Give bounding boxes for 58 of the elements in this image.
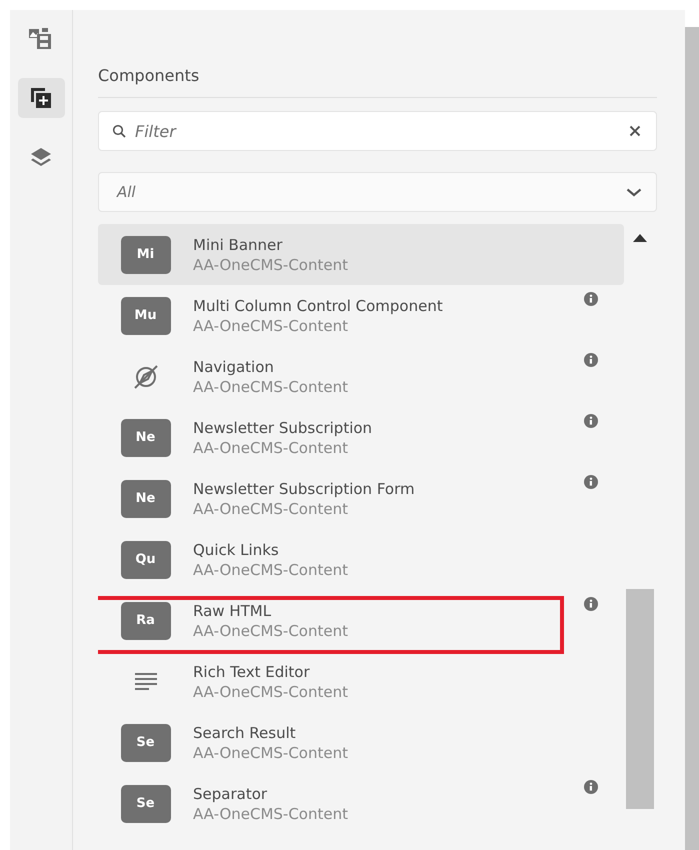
component-group: AA-OneCMS-Content — [193, 804, 348, 824]
info-icon[interactable] — [584, 475, 598, 489]
component-name: Multi Column Control Component — [193, 296, 443, 316]
add-component-tab[interactable] — [18, 78, 64, 118]
component-badge: Ra — [120, 602, 170, 640]
component-group: AA-OneCMS-Content — [193, 742, 348, 762]
component-name: Search Result — [193, 722, 297, 742]
component-item[interactable]: Qu Quick Links AA-OneCMS-Content — [98, 529, 624, 590]
component-item[interactable]: Mi Mini Banner AA-OneCMS-Content — [98, 224, 624, 285]
component-name: Quick Links — [193, 540, 280, 560]
add-component-icon — [30, 87, 52, 109]
component-item[interactable]: Se Separator AA-OneCMS-Content — [98, 773, 624, 834]
scrollbar-thumb[interactable] — [626, 589, 654, 809]
info-icon[interactable] — [584, 414, 598, 428]
component-item[interactable]: Ne Newsletter Subscription AA-OneCMS-Content — [98, 407, 624, 468]
component-badge: Ne — [120, 480, 170, 518]
component-group: AA-OneCMS-Content — [193, 254, 348, 274]
filter-field[interactable]: Filter — [98, 111, 657, 151]
component-item[interactable]: Navigation AA-OneCMS-Content — [98, 346, 624, 407]
clear-icon[interactable] — [629, 125, 641, 137]
text-lines-icon — [134, 672, 158, 692]
assets-icon — [28, 26, 54, 50]
component-badge: Se — [120, 784, 170, 822]
component-group: AA-OneCMS-Content — [193, 498, 415, 518]
component-group: AA-OneCMS-Content — [193, 682, 348, 702]
info-icon[interactable] — [584, 597, 598, 611]
component-item[interactable]: Ne Newsletter Subscription Form AA-OneCMS-Content — [98, 468, 624, 529]
component-group: AA-OneCMS-Content — [193, 316, 443, 336]
group-dropdown[interactable]: All — [98, 172, 657, 212]
component-group: AA-OneCMS-Content — [193, 438, 372, 458]
component-name: Raw HTML — [193, 600, 272, 620]
component-badge: Mi — [120, 236, 170, 274]
scroll-up-icon[interactable] — [633, 234, 647, 242]
component-name: Newsletter Subscription Form — [193, 478, 415, 498]
panel-title: Components — [98, 66, 657, 98]
component-badge: Se — [120, 724, 170, 762]
component-badge: Ne — [120, 418, 170, 456]
component-item[interactable]: Se Search Result AA-OneCMS-Content — [98, 712, 624, 773]
search-icon — [112, 124, 126, 138]
compass-icon — [132, 362, 160, 390]
info-icon[interactable] — [584, 780, 598, 794]
component-group: AA-OneCMS-Content — [193, 376, 348, 396]
component-name: Navigation — [193, 356, 275, 376]
info-icon[interactable] — [584, 292, 598, 306]
component-name: Separator — [193, 784, 268, 804]
component-group: AA-OneCMS-Content — [193, 620, 348, 640]
info-icon[interactable] — [584, 353, 598, 367]
component-name: Mini Banner — [193, 234, 284, 254]
component-item[interactable]: Ra Raw HTML AA-OneCMS-Content — [98, 590, 624, 651]
component-item[interactable]: Mu Multi Column Control Component AA-OneCMS-Content — [98, 285, 624, 346]
chevron-down-icon — [626, 188, 642, 196]
component-name: Rich Text Editor — [193, 662, 311, 682]
component-badge: Qu — [120, 540, 170, 578]
scrollbar[interactable] — [685, 27, 699, 850]
component-name: Newsletter Subscription — [193, 418, 372, 438]
component-group: AA-OneCMS-Content — [193, 560, 348, 580]
component-item[interactable]: Rich Text Editor AA-OneCMS-Content — [98, 651, 624, 712]
component-badge: Mu — [120, 296, 170, 334]
